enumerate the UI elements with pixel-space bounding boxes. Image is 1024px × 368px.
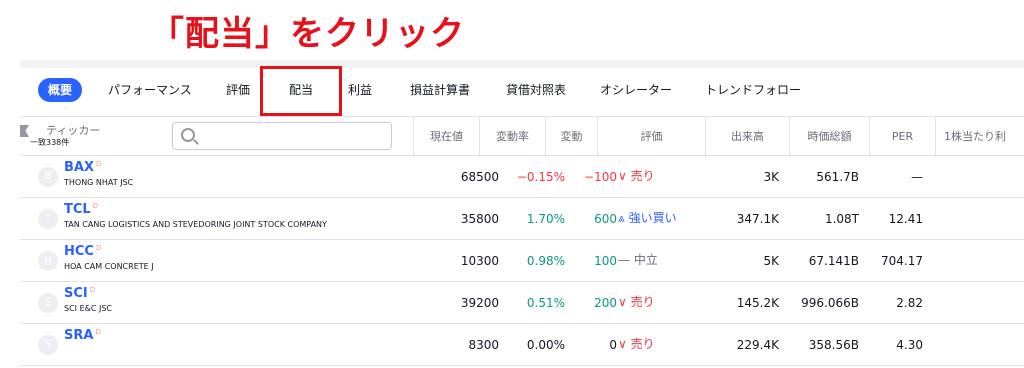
delayed-badge: D: [89, 286, 96, 294]
col-change-pct[interactable]: 変動率: [479, 117, 545, 157]
table-row[interactable]: S SCI D SCI E&C JSC 39200 0.51% 200 ∨ 売り 145.2K 9…: [20, 282, 1024, 324]
table-header-row: ティッカー 一致338件 現在値 変動率 変動 評価 出来高 時価総額 PER …: [20, 116, 1024, 157]
company-logo: H: [38, 251, 58, 271]
per-cell: 704.17: [881, 254, 923, 268]
tab-profitability[interactable]: 利益: [348, 78, 372, 102]
volume-cell: 145.2K: [736, 296, 779, 310]
col-volume[interactable]: 出来高: [705, 117, 789, 157]
company-name: THONG NHAT JSC: [64, 178, 134, 187]
change-cell: −100: [584, 170, 617, 184]
change-cell: 600: [594, 212, 617, 226]
ticker-symbol-text[interactable]: SCI: [64, 286, 88, 301]
col-market-cap[interactable]: 時価総額: [789, 117, 869, 157]
per-cell: 2.82: [896, 296, 923, 310]
volume-cell: 3K: [763, 170, 779, 184]
tab-trend-following[interactable]: トレンドフォロー: [705, 78, 801, 102]
company-logo: S: [38, 293, 58, 313]
change-pct-cell: 0.51%: [526, 296, 565, 310]
table-body: B BAX D THONG NHAT JSC 68500 −0.15% −100 ∨ 売り 3K…: [20, 156, 1024, 366]
market-cap-cell: 358.56B: [808, 338, 859, 352]
rating-cell: ∨ 売り: [618, 337, 655, 351]
rating-cell: ∨ 売り: [618, 295, 655, 309]
tab-overview[interactable]: 概要: [38, 78, 83, 102]
market-cap-cell: 67.141B: [808, 254, 859, 268]
dividends-tab-highlight: [260, 66, 342, 116]
match-count: 一致338件: [30, 138, 70, 147]
ticker-symbol[interactable]: BAX D: [64, 160, 101, 175]
change-cell: 0: [609, 338, 617, 352]
market-cap-cell: 561.7B: [816, 170, 859, 184]
change-pct-cell: 0.98%: [526, 254, 565, 268]
ticker-header[interactable]: ティッカー: [46, 122, 100, 138]
tab-income-statement[interactable]: 損益計算書: [410, 78, 470, 102]
ticker-symbol[interactable]: TCL D: [64, 202, 98, 217]
market-cap-cell: 996.066B: [801, 296, 859, 310]
ticker-symbol-text[interactable]: BAX: [64, 160, 94, 175]
change-pct-cell: −0.15%: [516, 170, 565, 184]
table-row[interactable]: H HCC D HOA CAM CONCRETE J 10300 0.98% 100— 中立…: [20, 240, 1024, 282]
per-cell: —: [911, 170, 923, 184]
col-change[interactable]: 変動: [545, 117, 597, 157]
col-per[interactable]: PER: [869, 117, 935, 157]
ticker-symbol-text[interactable]: SRA: [64, 328, 93, 343]
rating-cell: — 中立: [618, 253, 658, 267]
per-cell: 12.41: [888, 212, 923, 226]
rating-cell: ⩓ 強い買い: [618, 211, 677, 225]
ticker-symbol[interactable]: SRA D: [64, 328, 101, 343]
company-name: SCI E&C JSC: [64, 304, 113, 313]
volume-cell: 5K: [763, 254, 779, 268]
col-rating[interactable]: 評価: [597, 117, 705, 157]
rating-cell: ∨ 売り: [618, 169, 655, 183]
ticker-symbol[interactable]: HCC D: [64, 244, 101, 259]
tab-balance-sheet[interactable]: 貸借対照表: [506, 78, 566, 102]
flag-icon[interactable]: [20, 125, 29, 137]
price-cell: 35800: [460, 212, 499, 226]
change-cell: 200: [594, 296, 617, 310]
company-logo: S: [38, 335, 58, 355]
search-input[interactable]: [172, 122, 392, 150]
table-row[interactable]: B BAX D THONG NHAT JSC 68500 −0.15% −100 ∨ 売り 3K…: [20, 156, 1024, 198]
delayed-badge: D: [95, 328, 101, 336]
price-cell: 68500: [460, 170, 499, 184]
price-cell: 8300: [468, 338, 499, 352]
screener-tabs: 概要 パフォーマンス 評価 配当 利益 損益計算書 貸借対照表 オシレーター ト…: [20, 66, 1024, 114]
search-icon: [181, 128, 195, 142]
company-name: HOA CAM CONCRETE J: [64, 262, 154, 271]
company-name: TAN CANG LOGISTICS AND STEVEDORING JOINT…: [64, 220, 327, 229]
market-cap-cell: 1.08T: [824, 212, 859, 226]
table-row[interactable]: S SRA D 8300 0.00% 0 ∨ 売り 229.4K 358.56B 4.30: [20, 324, 1024, 366]
company-logo: B: [38, 167, 58, 187]
ticker-symbol[interactable]: SCI D: [64, 286, 95, 301]
price-cell: 10300: [460, 254, 499, 268]
company-logo: T: [38, 209, 58, 229]
change-pct-cell: 0.00%: [526, 338, 565, 352]
delayed-badge: D: [95, 244, 102, 252]
per-cell: 4.30: [896, 338, 923, 352]
ticker-symbol-text[interactable]: HCC: [64, 244, 94, 259]
volume-cell: 229.4K: [736, 338, 779, 352]
instruction-headline: 「配当」をクリック: [150, 14, 465, 54]
tab-valuation[interactable]: 評価: [226, 78, 250, 102]
screener-table: ティッカー 一致338件 現在値 変動率 変動 評価 出来高 時価総額 PER …: [20, 116, 1024, 366]
delayed-badge: D: [92, 202, 99, 210]
delayed-badge: D: [96, 160, 102, 168]
change-pct-cell: 1.70%: [526, 212, 565, 226]
col-price[interactable]: 現在値: [413, 117, 479, 157]
volume-cell: 347.1K: [736, 212, 779, 226]
table-row[interactable]: T TCL D TAN CANG LOGISTICS AND STEVEDORING …: [20, 198, 1024, 240]
tab-oscillators[interactable]: オシレーター: [600, 78, 672, 102]
tab-performance[interactable]: パフォーマンス: [108, 78, 192, 102]
price-cell: 39200: [460, 296, 499, 310]
change-cell: 100: [594, 254, 617, 268]
col-eps[interactable]: 1株当たり利: [935, 117, 1024, 157]
ticker-symbol-text[interactable]: TCL: [64, 202, 91, 217]
